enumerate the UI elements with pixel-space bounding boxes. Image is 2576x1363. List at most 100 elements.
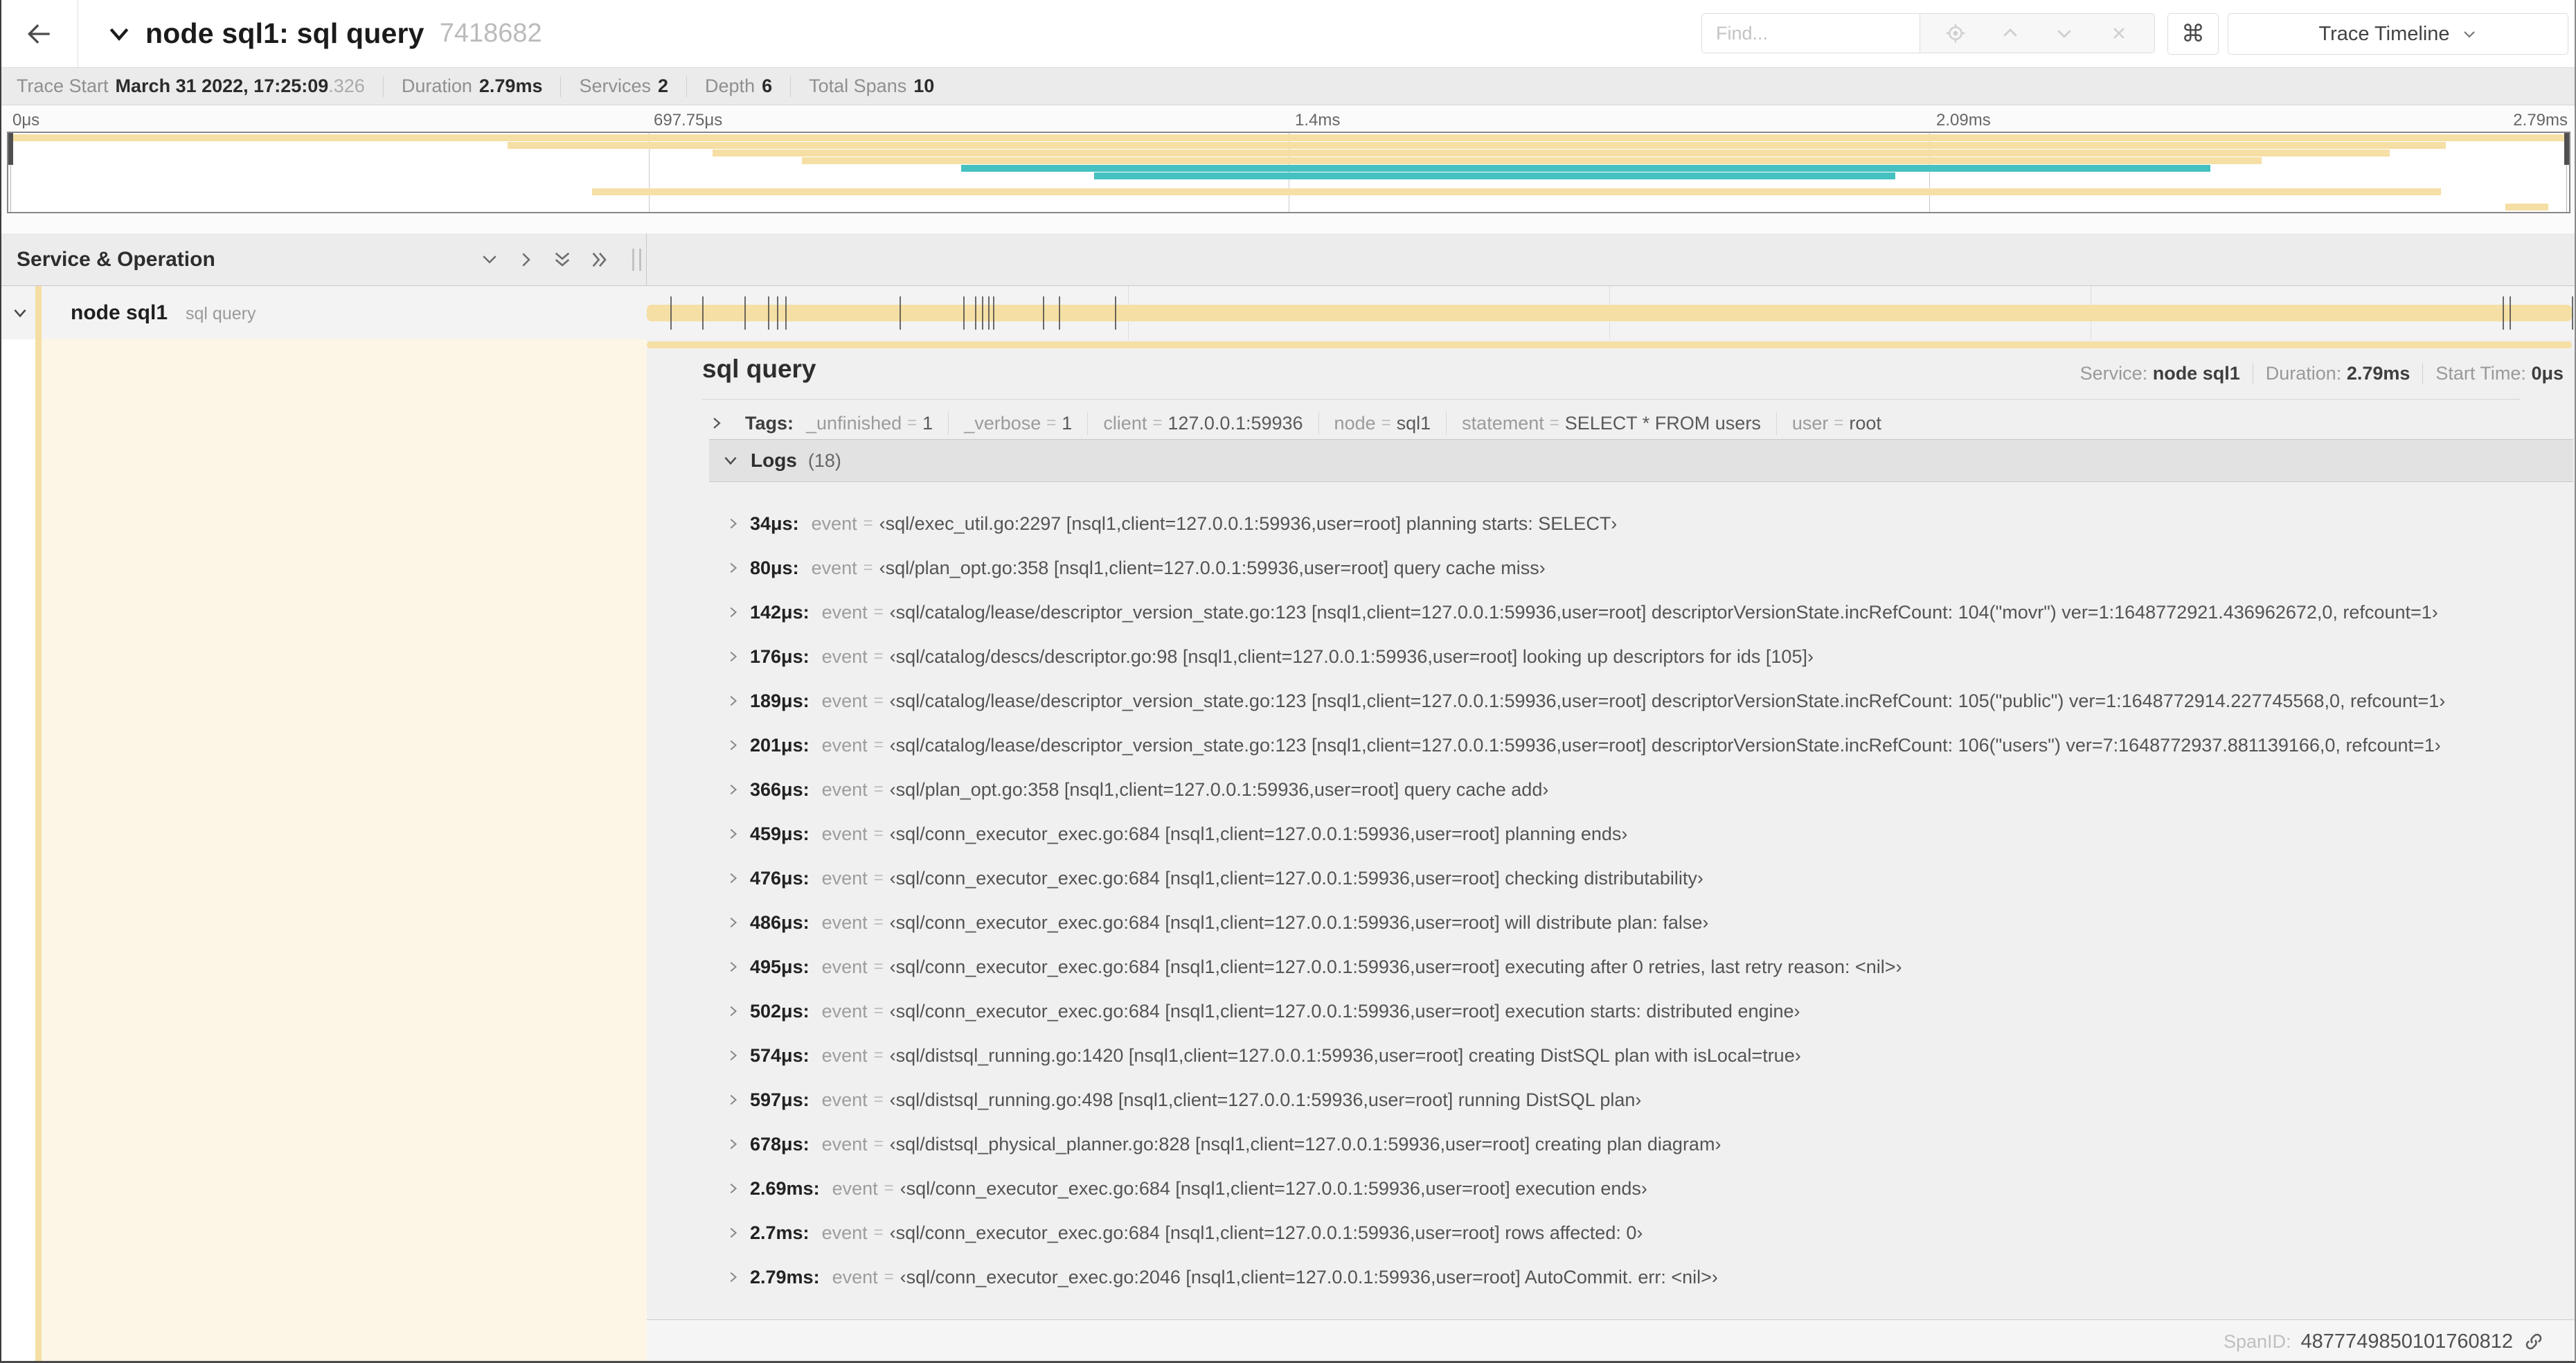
trace-minimap: 0μs 697.75μs 1.4ms 2.09ms 2.79ms xyxy=(1,105,2575,233)
logs-header[interactable]: Logs (18) xyxy=(709,439,2573,482)
log-field-value: ‹sql/catalog/descs/descriptor.go:98 [nsq… xyxy=(889,645,1814,667)
log-equals: = xyxy=(863,514,873,533)
clear-find-icon[interactable] xyxy=(2100,15,2138,52)
minimap-span-bar xyxy=(592,188,2442,195)
tag-value: sql1 xyxy=(1396,412,1431,434)
log-timestamp: 2.79ms: xyxy=(750,1266,820,1288)
log-chevron-icon xyxy=(725,915,740,930)
tag-item-_verbose: _verbose = 1 xyxy=(964,413,1072,434)
minimap-left-scrubber[interactable] xyxy=(8,133,13,165)
locate-icon[interactable] xyxy=(1937,15,1974,52)
logs-title: Logs xyxy=(751,449,797,471)
log-marker-tick xyxy=(982,296,984,330)
start-time-label: Start Time: xyxy=(2435,363,2526,384)
service-label: Service: xyxy=(2079,363,2148,384)
minimap-span-bar xyxy=(2505,204,2549,211)
trace-timeline-page: node sql1: sql query 7418682 Find... ⌘ T… xyxy=(0,0,2576,1363)
trace-title-chevron-icon[interactable] xyxy=(105,20,133,48)
prev-result-icon[interactable] xyxy=(1992,15,2029,52)
minimap-span-bar xyxy=(960,165,2211,172)
span-detail-row: sql query Service: node sql1 Duration: 2… xyxy=(1,339,2575,1361)
log-field-value: ‹sql/conn_executor_exec.go:684 [nsql1,cl… xyxy=(889,1222,1643,1243)
log-marker-tick xyxy=(899,296,901,330)
expand-one-icon[interactable] xyxy=(515,249,536,270)
log-equals: = xyxy=(873,603,884,621)
collapse-one-icon[interactable] xyxy=(479,249,500,270)
collapse-all-icon[interactable] xyxy=(551,249,573,271)
minimap-span-bar xyxy=(508,142,2447,149)
log-row-2.79ms[interactable]: 2.79ms: event = ‹sql/conn_executor_exec.go:… xyxy=(725,1260,1718,1294)
span-row-node-sql1[interactable]: node sql1 sql query xyxy=(1,286,2575,339)
minimap-span-bar xyxy=(8,134,2569,141)
log-field-value: ‹sql/conn_executor_exec.go:684 [nsql1,cl… xyxy=(900,1177,1647,1199)
tag-key: _verbose xyxy=(964,412,1041,434)
log-timestamp: 597μs: xyxy=(750,1089,810,1110)
log-row-597μs[interactable]: 597μs: event = ‹sql/distsql_running.go:498 … xyxy=(725,1083,1641,1116)
tag-item-statement: statement = SELECT * FROM users xyxy=(1462,413,1761,434)
log-row-80μs[interactable]: 80μs: event = ‹sql/plan_opt.go:358 [nsql1,c… xyxy=(725,551,1546,585)
log-chevron-icon xyxy=(725,959,740,974)
log-row-495μs[interactable]: 495μs: event = ‹sql/conn_executor_exec.go:6… xyxy=(725,950,1902,983)
next-result-icon[interactable] xyxy=(2046,15,2083,52)
log-field-value: ‹sql/catalog/lease/descriptor_version_st… xyxy=(889,601,2438,623)
detail-gutter xyxy=(3,339,35,1361)
log-marker-tick xyxy=(785,296,787,330)
log-chevron-icon xyxy=(725,1270,740,1285)
log-row-189μs[interactable]: 189μs: event = ‹sql/catalog/lease/descripto… xyxy=(725,684,2445,718)
span-detail-meta: Service: node sql1 Duration: 2.79ms Star… xyxy=(2080,363,2564,384)
log-row-34μs[interactable]: 34μs: event = ‹sql/exec_util.go:2297 [nsql1… xyxy=(725,507,1617,540)
log-equals: = xyxy=(863,558,873,577)
minimap-canvas[interactable] xyxy=(7,132,2570,213)
trace-summary-bar: Trace Start March 31 2022, 17:25:09 .326… xyxy=(1,67,2575,105)
log-row-459μs[interactable]: 459μs: event = ‹sql/conn_executor_exec.go:6… xyxy=(725,817,1627,850)
trace-view-select[interactable]: Trace Timeline xyxy=(2228,13,2568,55)
log-timestamp: 366μs: xyxy=(750,778,810,800)
keyboard-shortcuts-button[interactable]: ⌘ xyxy=(2167,13,2219,55)
log-marker-tick xyxy=(777,296,779,330)
log-row-366μs[interactable]: 366μs: event = ‹sql/plan_opt.go:358 [nsql1,… xyxy=(725,773,1548,806)
log-row-2.69ms[interactable]: 2.69ms: event = ‹sql/conn_executor_exec.go:… xyxy=(725,1172,1647,1205)
log-row-678μs[interactable]: 678μs: event = ‹sql/distsql_physical_planne… xyxy=(725,1128,1721,1161)
minimap-tick-label: 0μs xyxy=(12,111,40,130)
top-header: node sql1: sql query 7418682 Find... ⌘ T… xyxy=(1,0,2575,67)
log-timestamp: 678μs: xyxy=(750,1133,810,1155)
log-row-574μs[interactable]: 574μs: event = ‹sql/distsql_running.go:1420… xyxy=(725,1039,1801,1072)
log-chevron-icon xyxy=(725,516,740,531)
log-row-476μs[interactable]: 476μs: event = ‹sql/conn_executor_exec.go:6… xyxy=(725,862,1703,895)
log-row-2.7ms[interactable]: 2.7ms: event = ‹sql/conn_executor_exec.go:6… xyxy=(725,1216,1643,1249)
log-field-value: ‹sql/conn_executor_exec.go:2046 [nsql1,c… xyxy=(900,1266,1718,1288)
log-marker-tick xyxy=(2503,296,2505,330)
deep-link-icon[interactable] xyxy=(2523,1330,2545,1353)
span-duration-bar[interactable] xyxy=(647,296,2573,330)
minimap-right-scrubber[interactable] xyxy=(2564,133,2569,165)
tags-row[interactable]: Tags: _unfinished = 1 _verbose = 1 client = 127.… xyxy=(708,411,1888,435)
log-row-142μs[interactable]: 142μs: event = ‹sql/catalog/lease/descripto… xyxy=(725,596,2438,629)
log-marker-tick xyxy=(993,296,995,330)
log-row-486μs[interactable]: 486μs: event = ‹sql/conn_executor_exec.go:6… xyxy=(725,906,1708,939)
back-button[interactable] xyxy=(1,0,78,67)
log-row-176μs[interactable]: 176μs: event = ‹sql/catalog/descs/descripto… xyxy=(725,640,1814,673)
log-equals: = xyxy=(873,1001,884,1020)
expand-all-icon[interactable] xyxy=(589,249,611,271)
minimap-tick-label: 2.09ms xyxy=(1936,111,1991,130)
span-collapse-chevron-icon[interactable] xyxy=(11,304,29,322)
tag-value: 1 xyxy=(1062,412,1073,434)
find-input[interactable] xyxy=(1701,13,1920,53)
log-chevron-icon xyxy=(725,693,740,709)
tag-item-node: node = sql1 xyxy=(1334,413,1431,434)
log-field-key: event xyxy=(811,557,857,578)
tag-value: root xyxy=(1849,412,1881,434)
log-marker-tick xyxy=(670,296,672,330)
log-field-value: ‹sql/catalog/lease/descriptor_version_st… xyxy=(889,690,2446,711)
detail-divider xyxy=(702,399,2521,400)
log-field-key: event xyxy=(832,1266,878,1288)
log-chevron-icon xyxy=(725,605,740,620)
column-resizer-grip[interactable] xyxy=(625,249,648,272)
log-equals: = xyxy=(873,736,884,754)
log-field-key: event xyxy=(821,734,868,756)
spanid-value: 4877749850101760812 xyxy=(2300,1330,2513,1353)
log-row-201μs[interactable]: 201μs: event = ‹sql/catalog/lease/descripto… xyxy=(725,729,2441,762)
log-chevron-icon xyxy=(725,1048,740,1063)
log-row-502μs[interactable]: 502μs: event = ‹sql/conn_executor_exec.go:6… xyxy=(725,995,1800,1028)
tag-item-user: user = root xyxy=(1792,413,1881,434)
